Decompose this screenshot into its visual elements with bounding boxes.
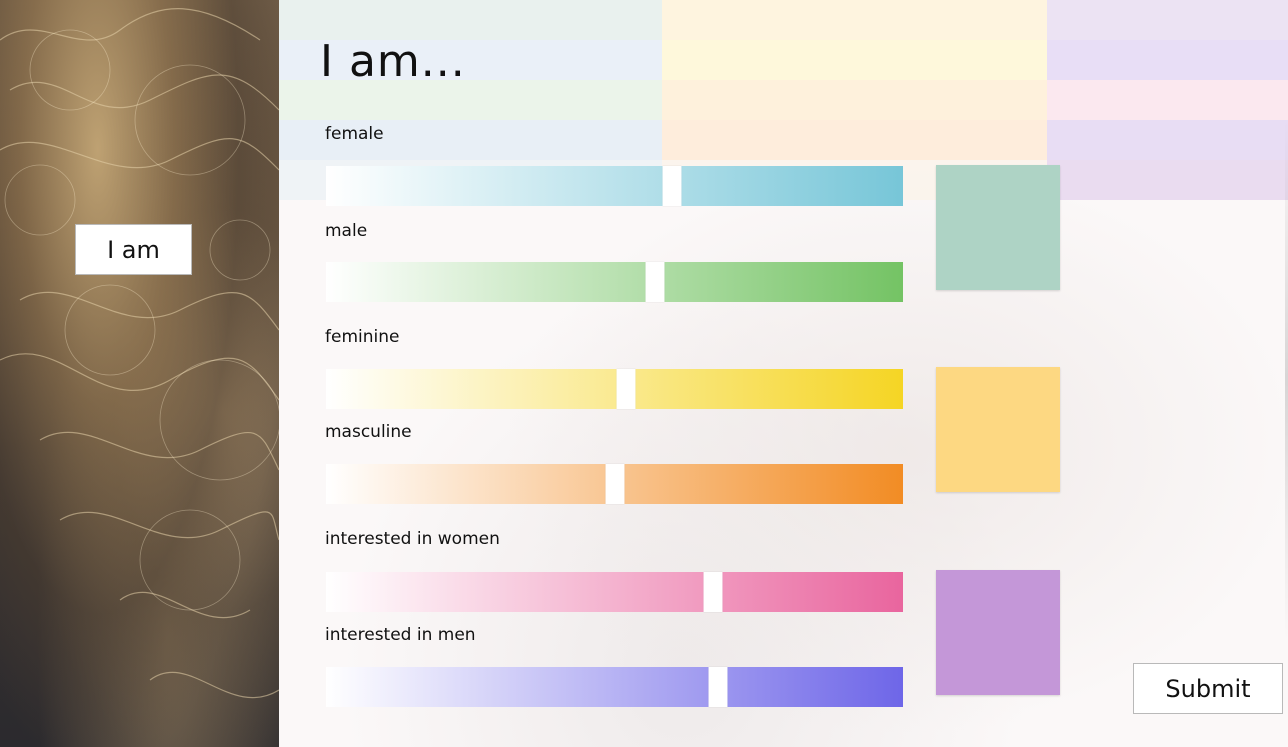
main-panel: I am... female male feminine masculine i… xyxy=(279,0,1288,747)
hair-photo-texture xyxy=(0,8,279,699)
male-label: male xyxy=(325,221,368,241)
male-slider[interactable] xyxy=(326,262,903,302)
female-slider[interactable] xyxy=(326,166,903,206)
male-slider-thumb[interactable] xyxy=(645,262,665,302)
submit-button[interactable]: Submit xyxy=(1133,663,1283,714)
feminine-slider[interactable] xyxy=(326,369,903,409)
expression-color-swatch xyxy=(936,367,1060,492)
interested-in-women-label: interested in women xyxy=(325,529,500,549)
masculine-slider-thumb[interactable] xyxy=(605,464,624,504)
page-title: I am... xyxy=(320,36,466,87)
gender-color-swatch xyxy=(936,165,1060,290)
interested-in-men-label: interested in men xyxy=(325,625,476,645)
feminine-label: feminine xyxy=(325,327,400,347)
masculine-slider[interactable] xyxy=(326,464,903,504)
interested-in-women-slider[interactable] xyxy=(326,572,903,612)
i-am-button[interactable]: I am xyxy=(75,224,192,275)
interested-in-men-slider-thumb[interactable] xyxy=(708,667,728,707)
interested-in-women-slider-thumb[interactable] xyxy=(703,572,723,612)
attraction-color-swatch xyxy=(936,570,1060,695)
female-label: female xyxy=(325,124,384,144)
sidebar-photo: I am xyxy=(0,0,279,747)
female-slider-thumb[interactable] xyxy=(662,166,682,206)
app-root: I am I am... female male feminine mascul… xyxy=(0,0,1288,747)
masculine-label: masculine xyxy=(325,422,412,442)
feminine-slider-thumb[interactable] xyxy=(616,369,636,409)
interested-in-men-slider[interactable] xyxy=(326,667,903,707)
